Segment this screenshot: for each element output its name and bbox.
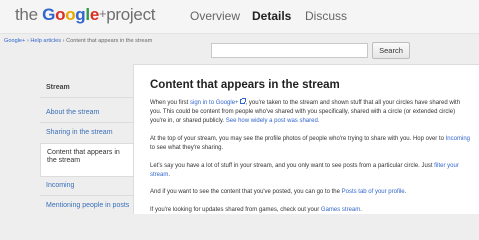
nav-overview[interactable]: Overview — [190, 9, 240, 23]
paragraph-top-of-stream: At the top of your stream, you may see t… — [150, 136, 470, 151]
sidebar-item-sharing-in-the-stream[interactable]: Sharing in the stream — [46, 129, 113, 136]
incoming-link[interactable]: Incoming — [446, 136, 470, 142]
sidebar-item-incoming[interactable]: Incoming — [46, 182, 74, 189]
sidebar-divider — [40, 97, 133, 98]
site-logo[interactable]: the Google+project — [15, 5, 156, 25]
breadcrumb-separator: › — [62, 38, 65, 44]
paragraph-games: If you're looking for updates shared fro… — [150, 207, 362, 213]
breadcrumb: Google+ › Help articles › Content that a… — [4, 38, 152, 44]
article-content: Content that appears in the stream When … — [133, 64, 479, 214]
page-title: Content that appears in the stream — [150, 79, 340, 91]
sidebar-item-about-the-stream[interactable]: About the stream — [46, 109, 99, 116]
breadcrumb-google-plus[interactable]: Google+ — [4, 38, 25, 44]
games-stream-link[interactable]: Games stream — [321, 207, 360, 213]
nav-details[interactable]: Details — [252, 9, 291, 23]
breadcrumb-separator: › — [26, 38, 29, 44]
sidebar: Stream About the stream Sharing in the s… — [0, 64, 136, 214]
site-header: the Google+project Overview Details Disc… — [0, 0, 479, 34]
sidebar-item-mentioning-people[interactable]: Mentioning people in posts — [46, 202, 129, 209]
paragraph-filter: Let's say you have a lot of stuff in you… — [150, 163, 459, 178]
sidebar-item-label: Content that appears in — [47, 149, 120, 156]
search-button[interactable]: Search — [372, 42, 410, 59]
see-how-widely-shared-link[interactable]: See how widely a post was shared. — [226, 118, 320, 124]
sidebar-item-content-in-stream[interactable]: Content that appears in the stream — [40, 143, 136, 177]
paragraph-intro: When you first sign in to Google+, you'r… — [150, 98, 461, 124]
sign-in-link[interactable]: sign in to Google+ — [190, 100, 239, 106]
posts-tab-link[interactable]: Posts tab of your profile — [342, 189, 405, 195]
sidebar-heading: Stream — [46, 84, 70, 91]
breadcrumb-help-articles[interactable]: Help articles — [30, 38, 61, 44]
nav-discuss[interactable]: Discuss — [305, 9, 347, 23]
sidebar-divider — [40, 122, 133, 123]
external-link-icon — [239, 98, 246, 104]
sidebar-item-label: the stream — [47, 157, 81, 165]
logo-google: Google — [42, 5, 99, 24]
paragraph-own-posts: And if you want to see the content that … — [150, 189, 407, 195]
logo-prefix: the — [15, 5, 43, 24]
logo-suffix: project — [106, 5, 156, 24]
search-input[interactable] — [211, 43, 368, 58]
sidebar-divider — [40, 195, 133, 196]
breadcrumb-current: Content that appears in the stream — [66, 38, 153, 44]
